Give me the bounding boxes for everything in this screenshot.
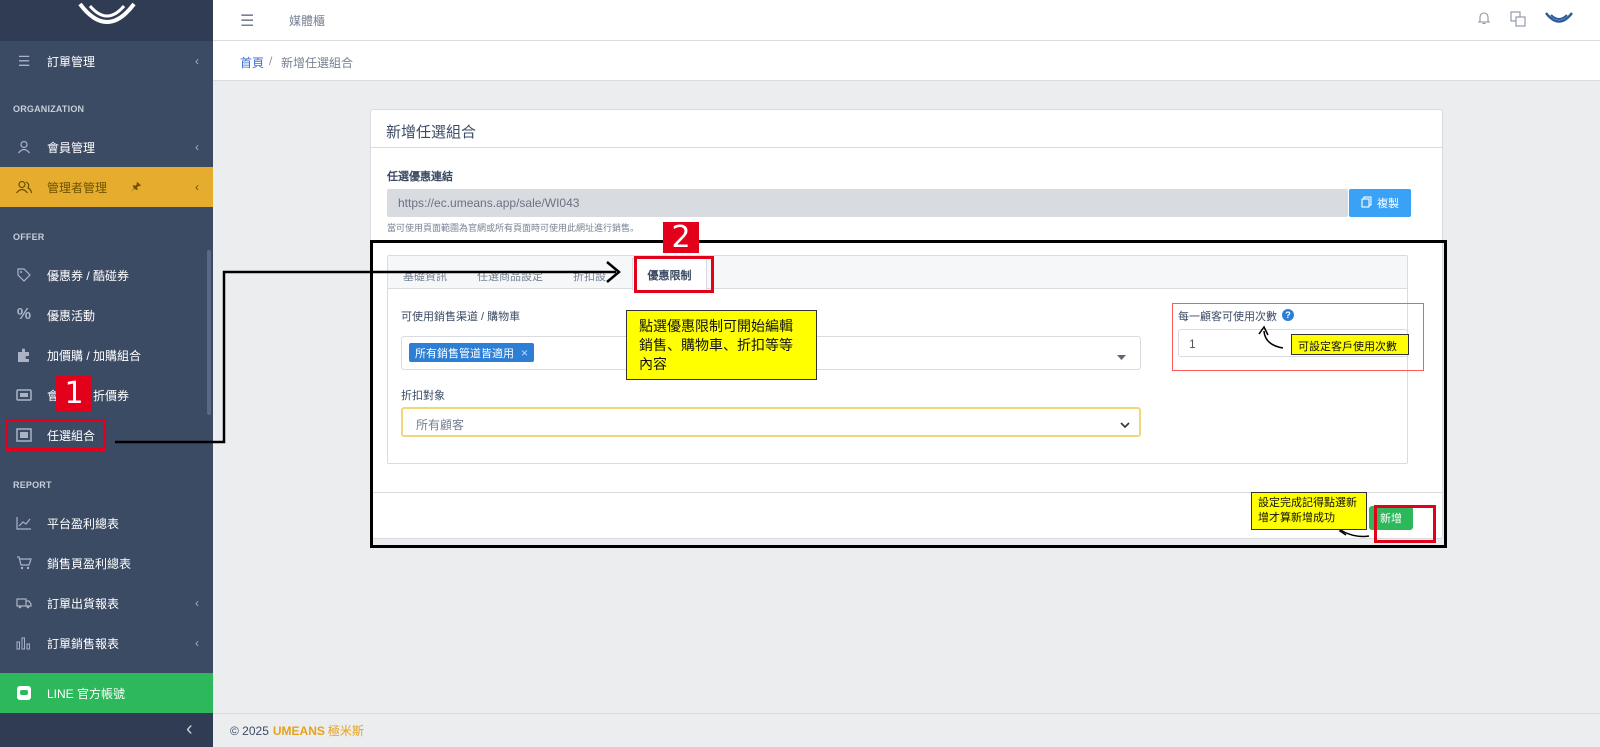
highlight-usage-limits-tab [634,256,714,293]
annotation-badge-2: 2 [663,220,699,255]
callout-submit-hint: 設定完成記得點選新增才算新增成功 [1251,492,1367,530]
highlight-submit-button [1374,505,1436,543]
callout-tab-hint: 點選優惠限制可開始編輯銷售、購物車、折扣等等內容 [626,310,817,380]
callout-count-hint: 可設定客戶使用次數 [1291,334,1409,355]
